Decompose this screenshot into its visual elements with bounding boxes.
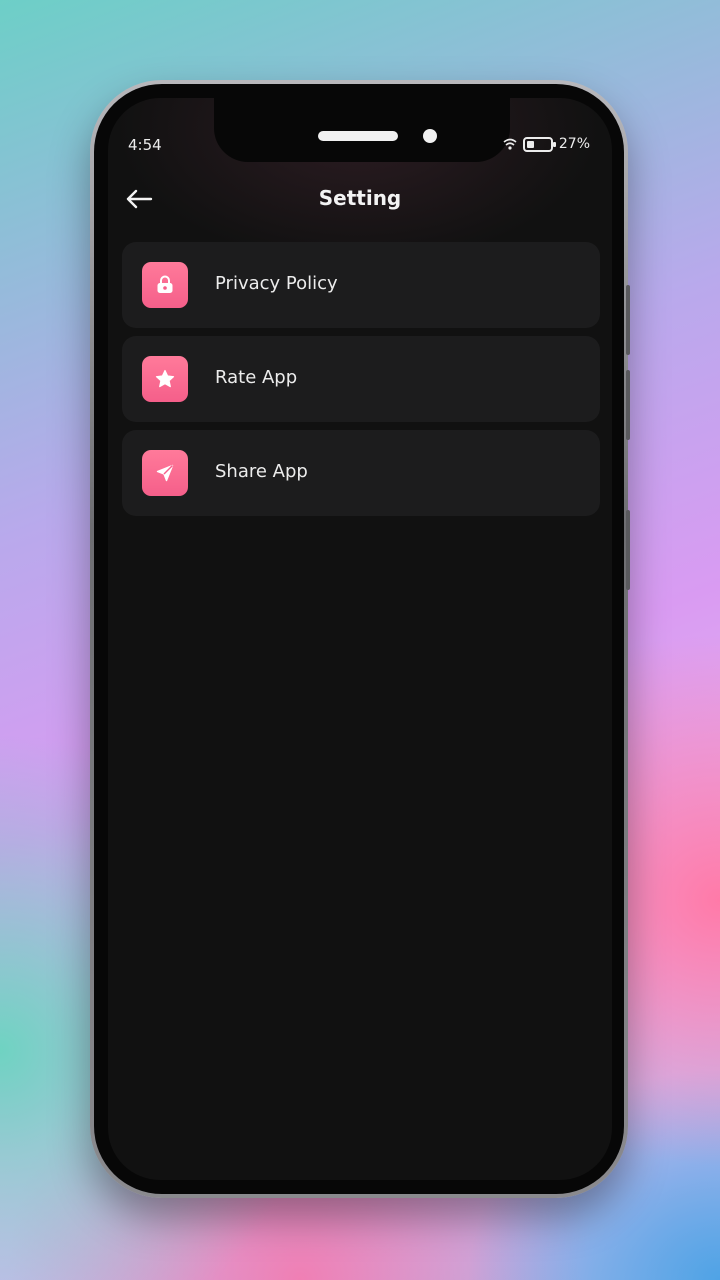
lock-icon — [142, 262, 188, 308]
phone-screen: 4:54 27% Setting Privacy Policy Rate App… — [108, 98, 612, 1180]
rate-app-item[interactable]: Rate App — [122, 336, 600, 422]
status-time: 4:54 — [128, 136, 162, 154]
rate-app-label: Rate App — [215, 367, 298, 388]
speaker — [318, 131, 398, 141]
wifi-icon — [503, 138, 517, 150]
side-button-bottom — [626, 510, 630, 590]
share-app-label: Share App — [215, 461, 308, 482]
side-button-middle — [626, 370, 630, 440]
privacy-policy-label: Privacy Policy — [215, 273, 338, 294]
privacy-policy-item[interactable]: Privacy Policy — [122, 242, 600, 328]
battery-icon — [522, 136, 556, 152]
share-app-item[interactable]: Share App — [122, 430, 600, 516]
battery-fill — [526, 140, 534, 148]
notch — [214, 98, 510, 162]
battery-percent: 27% — [558, 136, 590, 152]
page-title: Setting — [318, 186, 402, 210]
star-icon — [142, 356, 188, 402]
settings-list: Privacy Policy Rate App Share App — [122, 242, 600, 524]
send-icon — [142, 450, 188, 496]
side-button-top — [626, 285, 630, 355]
app-header: Setting — [108, 178, 612, 220]
status-icons: 27% — [503, 136, 590, 152]
front-camera — [423, 129, 437, 143]
